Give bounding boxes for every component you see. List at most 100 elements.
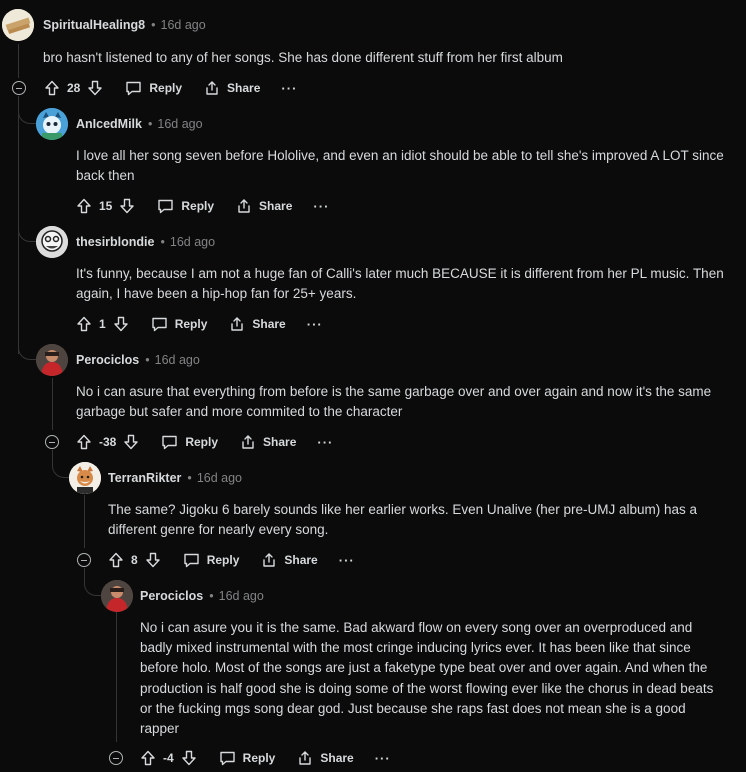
avatar[interactable] [69, 462, 101, 494]
vote-score: -38 [99, 435, 117, 449]
collapse-thread-button[interactable] [77, 553, 91, 567]
comment-actions: 28 Reply Share ··· [44, 76, 297, 100]
comment-body: I love all her song seven before Hololiv… [76, 148, 724, 184]
upvote-icon[interactable] [76, 198, 92, 214]
reply-icon [219, 750, 236, 766]
comment-author[interactable]: SpiritualHealing8 [43, 18, 145, 32]
downvote-icon[interactable] [123, 434, 139, 450]
share-icon [261, 552, 277, 568]
reply-label: Reply [206, 553, 240, 567]
avatar[interactable] [36, 226, 68, 258]
downvote-icon[interactable] [113, 316, 129, 332]
vote-score: 28 [67, 81, 81, 95]
thread-branch [84, 570, 102, 596]
upvote-icon[interactable] [108, 552, 124, 568]
comment-meta: AnIcedMilk • 16d ago [76, 114, 203, 134]
thread-branch [18, 330, 36, 360]
vote-score: 8 [131, 553, 138, 567]
reply-button[interactable]: Reply [157, 198, 214, 214]
vote-score: 15 [99, 199, 113, 213]
comment-body: No i can asure that everything from befo… [76, 384, 712, 420]
thread-line[interactable] [116, 612, 117, 742]
comment-actions: 15 Reply Share ··· [76, 194, 329, 218]
upvote-icon[interactable] [140, 750, 156, 766]
avatar[interactable] [36, 344, 68, 376]
reply-button[interactable]: Reply [125, 80, 182, 96]
comment-body: It's funny, because I am not a huge fan … [76, 266, 724, 302]
comment-timestamp[interactable]: 16d ago [155, 353, 200, 367]
share-label: Share [227, 81, 261, 95]
downvote-icon[interactable] [145, 552, 161, 568]
avatar-image [2, 9, 34, 41]
share-button[interactable]: Share [261, 552, 318, 568]
downvote-icon[interactable] [87, 80, 103, 96]
downvote-icon[interactable] [119, 198, 135, 214]
comment-author[interactable]: AnIcedMilk [76, 117, 142, 131]
collapse-thread-button[interactable] [109, 751, 123, 765]
reply-icon [125, 80, 142, 96]
comment-author[interactable]: Perociclos [76, 353, 139, 367]
share-button[interactable]: Share [236, 198, 292, 214]
comment-actions: 1 Reply Share ··· [76, 312, 323, 336]
share-label: Share [259, 199, 293, 213]
comment-author[interactable]: TerranRikter [108, 471, 181, 485]
meta-separator: • [160, 235, 165, 249]
comment-body: The same? Jigoku 6 barely sounds like he… [108, 502, 698, 538]
reply-icon [151, 316, 168, 332]
share-label: Share [263, 435, 297, 449]
upvote-icon[interactable] [44, 80, 60, 96]
reply-label: Reply [185, 435, 219, 449]
share-icon [229, 316, 245, 332]
comment-timestamp[interactable]: 16d ago [161, 18, 206, 32]
share-icon [204, 80, 220, 96]
share-button[interactable]: Share [229, 316, 286, 332]
comment-timestamp[interactable]: 16d ago [197, 471, 242, 485]
thread-line[interactable] [84, 495, 85, 548]
thread-branch [52, 452, 70, 478]
more-options-button[interactable]: ··· [313, 199, 329, 214]
meta-separator: • [148, 117, 153, 131]
share-icon [240, 434, 256, 450]
downvote-icon[interactable] [181, 750, 197, 766]
comment-timestamp[interactable]: 16d ago [219, 589, 264, 603]
more-options-button[interactable]: ··· [307, 317, 323, 332]
comment-actions: -4 Reply Share ··· [140, 746, 391, 770]
comment-author[interactable]: thesirblondie [76, 235, 154, 249]
avatar-image [36, 344, 68, 376]
vote-score: -4 [163, 751, 174, 765]
avatar[interactable] [2, 9, 34, 41]
reply-label: Reply [242, 751, 276, 765]
collapse-thread-button[interactable] [12, 81, 26, 95]
upvote-icon[interactable] [76, 434, 92, 450]
avatar-image [36, 226, 68, 258]
avatar[interactable] [101, 580, 133, 612]
more-options-button[interactable]: ··· [317, 435, 333, 450]
comment-actions: 8 Reply Share ··· [108, 548, 355, 572]
more-options-button[interactable]: ··· [375, 751, 391, 766]
share-button[interactable]: Share [204, 80, 260, 96]
comment-author[interactable]: Perociclos [140, 589, 203, 603]
meta-separator: • [187, 471, 192, 485]
reply-button[interactable]: Reply [151, 316, 207, 332]
meta-separator: • [145, 353, 150, 367]
comment-timestamp[interactable]: 16d ago [170, 235, 215, 249]
share-label: Share [284, 553, 318, 567]
reply-button[interactable]: Reply [219, 750, 276, 766]
vote-score: 1 [99, 317, 106, 331]
comment-meta: TerranRikter • 16d ago [108, 468, 242, 488]
reply-icon [161, 434, 178, 450]
thread-line[interactable] [18, 44, 19, 78]
more-options-button[interactable]: ··· [339, 553, 355, 568]
share-label: Share [252, 317, 286, 331]
thread-line[interactable] [52, 378, 53, 430]
share-button[interactable]: Share [240, 434, 296, 450]
share-button[interactable]: Share [297, 750, 354, 766]
avatar[interactable] [36, 108, 68, 140]
upvote-icon[interactable] [76, 316, 92, 332]
collapse-thread-button[interactable] [45, 435, 59, 449]
comment-timestamp[interactable]: 16d ago [157, 117, 202, 131]
more-options-button[interactable]: ··· [281, 81, 297, 96]
reply-button[interactable]: Reply [161, 434, 218, 450]
reply-button[interactable]: Reply [183, 552, 240, 568]
comment-meta: Perociclos • 16d ago [76, 350, 200, 370]
